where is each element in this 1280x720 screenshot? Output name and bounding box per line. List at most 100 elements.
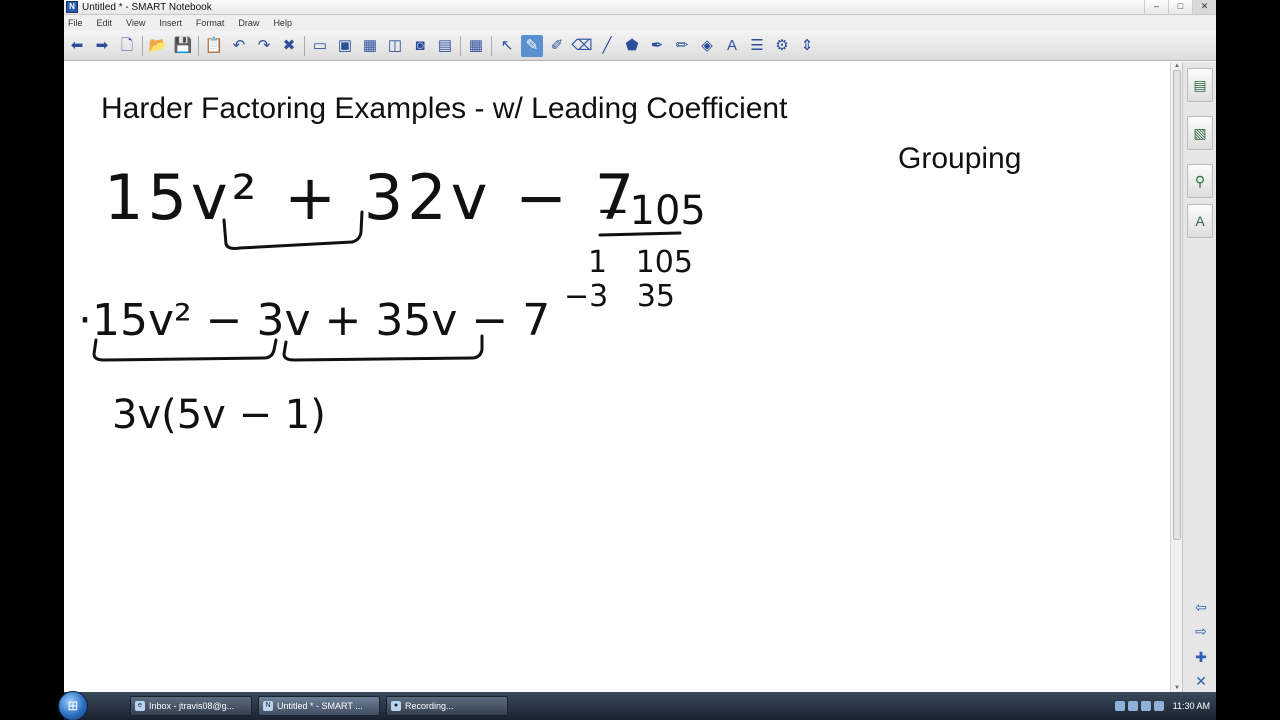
- undo-button[interactable]: ↶: [228, 35, 250, 57]
- page-sorter-icon[interactable]: ▤: [1187, 68, 1213, 102]
- toolbar-separator: [460, 35, 461, 56]
- dual-page-button[interactable]: ◫: [384, 35, 406, 57]
- delete-button[interactable]: ✖: [278, 35, 300, 57]
- menu-edit[interactable]: Edit: [97, 18, 113, 28]
- handwritten-factored-step: 3v(5v − 1): [112, 392, 326, 438]
- vertical-scrollbar[interactable]: ▲ ▼: [1170, 62, 1182, 692]
- screen-shade-button[interactable]: ▭: [309, 35, 331, 57]
- collapse-panel-icon[interactable]: ✕: [1191, 674, 1211, 688]
- transparent-button[interactable]: ▦: [359, 35, 381, 57]
- factor-pair-2: −3 35: [564, 279, 675, 314]
- toolbar-separator: [198, 35, 199, 56]
- title-bar: N Untitled * - SMART Notebook – □ ✕: [64, 0, 1216, 15]
- media-button[interactable]: ▤: [434, 35, 456, 57]
- dual-page-icon: ◫: [387, 37, 403, 54]
- pen-button[interactable]: ✎: [521, 34, 543, 57]
- creative-pen-button[interactable]: ✐: [546, 35, 568, 57]
- scrollbar-thumb[interactable]: [1173, 70, 1181, 540]
- magic-pen-icon: ✒: [650, 37, 664, 54]
- start-button[interactable]: ⊞: [58, 691, 88, 720]
- taskbar-app-icon: ●: [391, 701, 401, 711]
- capture-button[interactable]: ◙: [409, 35, 431, 57]
- add-page-icon: 🗋: [120, 37, 134, 54]
- handwritten-expression: 15v² + 32v − 7: [104, 161, 638, 234]
- clock[interactable]: 11:30 AM: [1173, 701, 1210, 711]
- properties-icon: ☰: [750, 37, 764, 54]
- magic-pen-button[interactable]: ✒: [646, 35, 668, 57]
- text-button[interactable]: A: [721, 35, 743, 57]
- toolbar-separator: [491, 35, 492, 56]
- settings-icon: ⚙: [775, 37, 789, 54]
- shapes-icon: ⬟: [625, 37, 639, 54]
- line-button[interactable]: ╱: [596, 35, 618, 57]
- select-button[interactable]: ↖: [496, 35, 518, 57]
- forward-icon: ➡: [95, 37, 109, 54]
- ink-product-underline: [598, 231, 682, 237]
- shapes-button[interactable]: ⬟: [621, 35, 643, 57]
- arrow-left-icon[interactable]: ⇦: [1191, 600, 1211, 614]
- taskbar-app-icon: N: [263, 701, 273, 711]
- table-button[interactable]: ▦: [465, 35, 487, 57]
- taskbar-item[interactable]: N Untitled * - SMART ...: [258, 696, 380, 716]
- line-icon: ╱: [602, 37, 612, 54]
- save-button[interactable]: 💾: [172, 35, 194, 57]
- app-icon: N: [66, 1, 78, 13]
- tray-network-icon[interactable]: [1114, 701, 1125, 711]
- toolbar-separator: [304, 35, 305, 56]
- paste-icon: 📋: [204, 37, 224, 54]
- menu-format[interactable]: Format: [196, 18, 225, 28]
- fill-button[interactable]: ◈: [696, 35, 718, 57]
- paste-button[interactable]: 📋: [203, 35, 225, 57]
- taskbar-item-label: Untitled * - SMART ...: [277, 701, 363, 711]
- gallery-icon[interactable]: ▧: [1187, 116, 1213, 150]
- eraser-icon: ⌫: [571, 37, 593, 54]
- menu-view[interactable]: View: [126, 18, 145, 28]
- taskbar-item-label: Inbox - jtravis08@g...: [149, 701, 235, 711]
- open-button[interactable]: 📂: [147, 35, 169, 57]
- menu-file[interactable]: File: [68, 18, 83, 28]
- capture-icon: ◙: [415, 37, 425, 54]
- full-screen-icon: ▣: [337, 37, 353, 54]
- back-icon: ⬅: [70, 37, 84, 54]
- text-icon: A: [726, 37, 737, 54]
- factor-pair-1: 1 105: [588, 245, 693, 280]
- forward-button[interactable]: ➡: [91, 35, 113, 57]
- transparent-icon: ▦: [362, 37, 378, 54]
- properties-button[interactable]: ☰: [746, 35, 768, 57]
- full-screen-button[interactable]: ▣: [334, 35, 356, 57]
- settings-button[interactable]: ⚙: [771, 35, 793, 57]
- arrow-right-icon[interactable]: ⇨: [1191, 624, 1211, 638]
- taskbar-item[interactable]: ● Recording...: [386, 696, 508, 716]
- menu-insert[interactable]: Insert: [159, 18, 182, 28]
- add-page-side-icon[interactable]: ✚: [1191, 650, 1211, 664]
- window-controls: – □ ✕: [1144, 0, 1216, 15]
- main-toolbar: ⬅ ➡ 🗋 📂 💾 📋 ↶ ↷ ✖ ▭ ▣ ▦ ◫ ◙ ▤ ▦ ↖ ✎ ✐ ⌫ ╱ ⬟ ✒ ✏ ◈ A ☰ ⚙ ⇕: [64, 31, 1216, 61]
- notebook-page[interactable]: Harder Factoring Examples - w/ Leading C…: [64, 62, 1170, 692]
- fill-icon: ◈: [701, 37, 713, 54]
- handwritten-product: −105: [596, 188, 706, 234]
- tray-security-icon[interactable]: [1140, 701, 1151, 711]
- pen-icon: ✎: [525, 37, 539, 54]
- tray-volume-icon[interactable]: [1127, 701, 1138, 711]
- shape-pen-button[interactable]: ✏: [671, 35, 693, 57]
- menu-draw[interactable]: Draw: [238, 18, 259, 28]
- tray-smart-icon[interactable]: [1153, 701, 1164, 711]
- taskbar-item[interactable]: e Inbox - jtravis08@g...: [130, 696, 252, 716]
- properties-tab-icon[interactable]: A: [1187, 204, 1213, 238]
- taskbar: ⊞ e Inbox - jtravis08@g... N Untitled * - S…: [58, 691, 1216, 720]
- move-toolbar-button[interactable]: ⇕: [796, 35, 818, 57]
- open-icon: 📂: [148, 37, 168, 54]
- back-button[interactable]: ⬅: [66, 35, 88, 57]
- window-title: Untitled * - SMART Notebook: [82, 1, 212, 13]
- media-icon: ▤: [437, 37, 453, 54]
- creative-pen-icon: ✐: [550, 37, 564, 54]
- redo-button[interactable]: ↷: [253, 35, 275, 57]
- taskbar-items: e Inbox - jtravis08@g... N Untitled * - SMA…: [124, 696, 508, 716]
- add-page-button[interactable]: 🗋: [116, 35, 138, 57]
- minimize-button[interactable]: –: [1144, 0, 1168, 14]
- maximize-button[interactable]: □: [1168, 0, 1192, 14]
- attachments-icon[interactable]: ⚲: [1187, 164, 1213, 198]
- menu-help[interactable]: Help: [273, 18, 292, 28]
- eraser-button[interactable]: ⌫: [571, 35, 593, 57]
- close-button[interactable]: ✕: [1192, 0, 1216, 14]
